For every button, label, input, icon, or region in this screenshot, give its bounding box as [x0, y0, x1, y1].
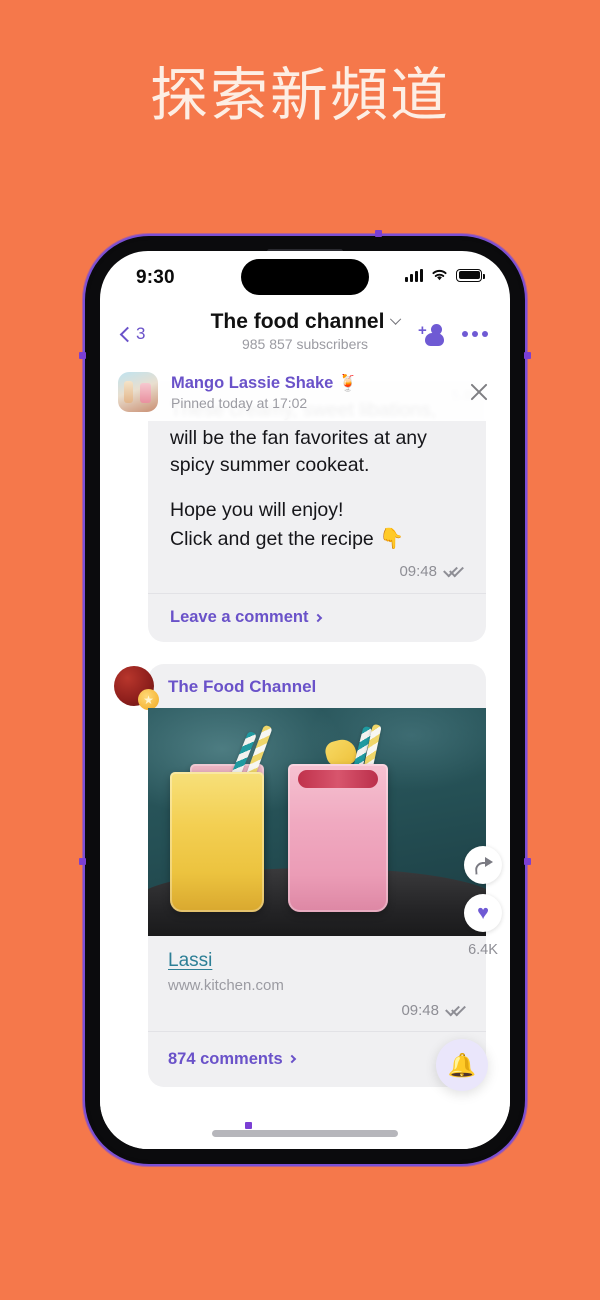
post-footer: 874 comments ✱ [148, 1032, 486, 1087]
leave-comment-button[interactable]: Leave a comment [148, 594, 486, 642]
share-icon [474, 856, 493, 874]
channel-post[interactable]: ★ The Food Channel Lassi www.kitchen.com… [100, 664, 510, 1088]
home-indicator-bar[interactable] [212, 1130, 398, 1137]
post-meta: 09:48 [148, 1002, 486, 1031]
pinned-message-subtitle: Pinned today at 17:02 [171, 394, 308, 411]
comments-button[interactable]: 874 comments [168, 1049, 296, 1069]
back-chevron-icon [119, 326, 136, 342]
chat-header: 3 The food channel 985 857 subscribers + [100, 305, 510, 363]
selection-handle-left-lower[interactable] [79, 858, 86, 865]
signal-bars-icon [405, 268, 423, 282]
leave-comment-label: Leave a comment [170, 608, 309, 627]
avatar-body-shape [425, 333, 444, 346]
post-sender-name: The Food Channel [168, 677, 317, 697]
dynamic-island [241, 259, 369, 295]
message-paragraph-2: Hope you will enjoy! Click and get the r… [170, 497, 464, 553]
chat-scroll-area[interactable]: 5.8K These creamy, sweet libations, will… [100, 363, 510, 1149]
double-check-icon [444, 566, 464, 577]
post-time: 09:48 [401, 1002, 439, 1020]
message-line-5: Click and get the recipe [170, 527, 374, 550]
message-line-2: will be the fan favorites at any [170, 426, 427, 449]
chevron-right-icon [314, 613, 323, 623]
photo-berry-topping [298, 770, 378, 789]
chat-header-actions: + [418, 322, 488, 346]
add-user-icon[interactable]: + [418, 322, 444, 346]
photo-glass-strawberry [288, 764, 388, 913]
double-check-icon [446, 1005, 466, 1016]
chat-title-block[interactable]: The food channel 985 857 subscribers [210, 310, 402, 352]
share-button[interactable] [464, 846, 502, 885]
comments-label: 874 comments [168, 1049, 283, 1068]
pointing-down-icon: 👇 [379, 527, 405, 550]
link-url: www.kitchen.com [168, 977, 284, 995]
phone-screen: 9:30 3 The food channel 985 857 subscrib… [100, 251, 510, 1149]
wifi-icon [432, 269, 447, 281]
selection-handle-right-lower[interactable] [524, 858, 531, 865]
status-bar-icons [405, 268, 485, 282]
pinned-message-thumbnail[interactable] [118, 372, 158, 412]
selection-handle-right[interactable] [524, 352, 531, 359]
post-action-rail: ♥ 6.4K [464, 846, 502, 958]
message-list: 5.8K These creamy, sweet libations, will… [100, 379, 510, 1088]
chat-title-row: The food channel [210, 310, 402, 334]
close-icon[interactable] [468, 381, 490, 403]
channel-avatar[interactable]: ★ [114, 666, 159, 711]
back-button[interactable]: 3 [119, 324, 146, 344]
photo-glass-mango [170, 772, 264, 913]
selection-handle-left[interactable] [79, 352, 86, 359]
post-bubble[interactable]: The Food Channel Lassi www.kitchen.com 0… [148, 664, 486, 1088]
more-options-icon[interactable] [462, 331, 488, 337]
smoothie-photo[interactable] [148, 708, 486, 937]
pinned-message-text: Mango Lassie Shake 🍹 Pinned today at 17:… [171, 374, 468, 411]
phone-mockup: 9:30 3 The food channel 985 857 subscrib… [79, 230, 531, 1166]
link-title[interactable]: Lassi [168, 950, 466, 972]
heart-icon: ♥ [477, 902, 489, 925]
like-button[interactable]: ♥ [464, 894, 502, 933]
message-line-4: Hope you will enjoy! [170, 499, 344, 522]
message-meta: 09:48 [148, 563, 486, 593]
back-unread-count: 3 [136, 324, 146, 343]
status-bar-time: 9:30 [136, 267, 175, 288]
selection-handle-bottom[interactable] [245, 1122, 252, 1129]
chat-title: The food channel [210, 310, 385, 333]
status-bar: 9:30 [100, 251, 510, 305]
page-title: 探索新頻道 [149, 61, 450, 129]
pinned-message-bar[interactable]: Mango Lassie Shake 🍹 Pinned today at 17:… [100, 363, 510, 421]
bell-icon: 🔔 [447, 1051, 477, 1078]
message-time: 09:48 [399, 563, 437, 581]
link-preview[interactable]: Lassi www.kitchen.com [148, 936, 486, 1002]
message-line-3: spicy summer cookeat. [170, 454, 370, 477]
chevron-down-icon [389, 313, 402, 325]
battery-icon [456, 268, 485, 282]
chevron-right-icon [287, 1055, 296, 1064]
selection-handle-top[interactable] [375, 230, 382, 237]
subscriber-count: 985 857 subscribers [241, 336, 369, 352]
pinned-message-title: Mango Lassie Shake 🍹 [171, 373, 359, 392]
reaction-count: 6.4K [468, 942, 498, 959]
notifications-button[interactable]: 🔔 [436, 1039, 488, 1091]
